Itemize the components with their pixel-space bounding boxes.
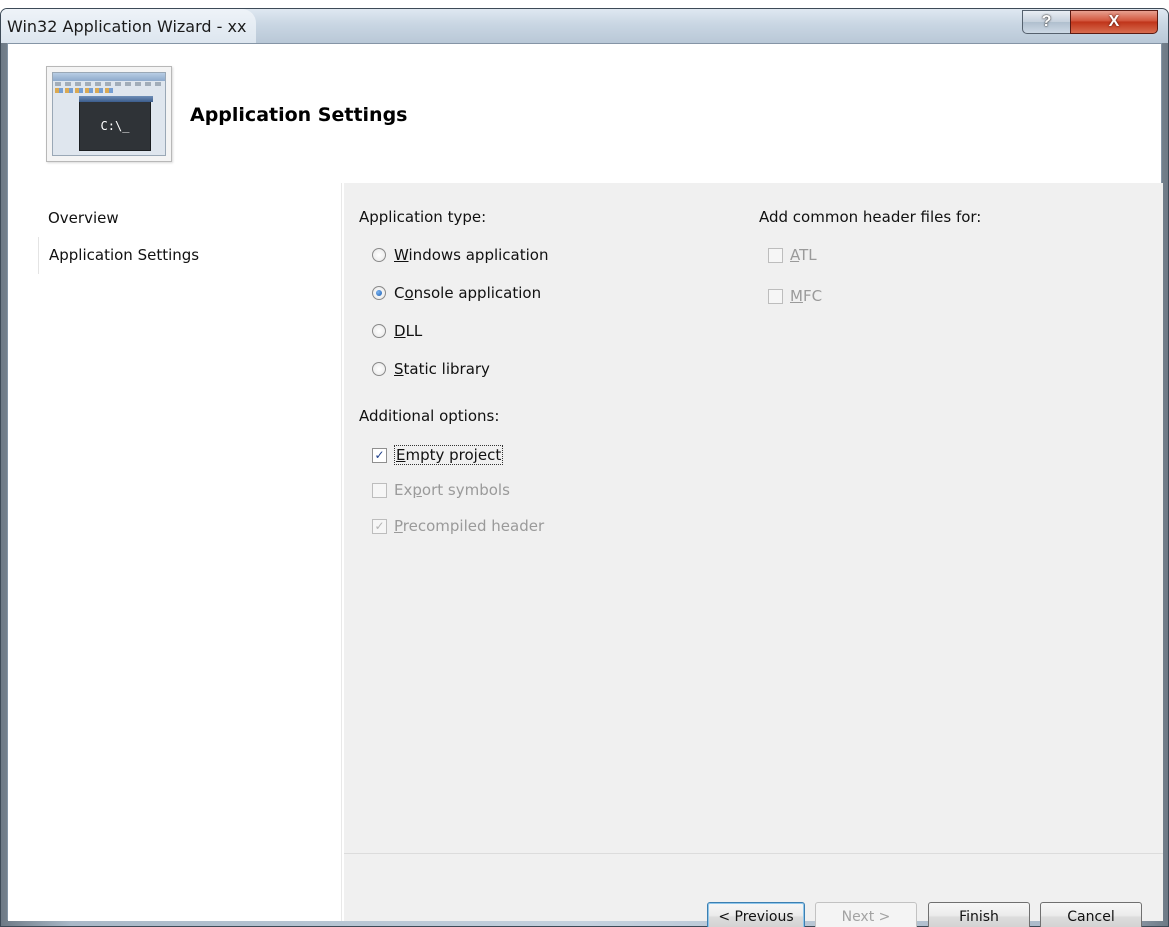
caption-buttons: ? X <box>1022 10 1158 34</box>
checkbox-label: Precompiled header <box>394 517 545 535</box>
button-row-divider <box>344 853 1163 854</box>
close-icon: X <box>1108 13 1120 30</box>
sidebar: Overview Application Settings <box>8 183 344 921</box>
common-headers-heading: Add common header files for: <box>759 208 982 226</box>
radio-label: Static library <box>394 360 490 378</box>
checkbox-label: Empty project <box>394 445 504 465</box>
radio-label: Windows application <box>394 246 549 264</box>
application-type-heading: Application type: <box>359 208 487 226</box>
help-icon: ? <box>1041 13 1052 30</box>
checkbox-mfc[interactable]: MFC <box>768 287 822 305</box>
client-area: C:\_ Application Settings Overview Appli… <box>7 43 1163 927</box>
checkbox-label: MFC <box>790 287 823 305</box>
radio-console-application[interactable]: Console application <box>372 284 541 302</box>
icon-menubar <box>55 82 163 86</box>
checkbox-precompiled-header[interactable]: ✓ Precompiled header <box>372 517 544 535</box>
finish-button[interactable]: Finish <box>928 902 1030 927</box>
radio-unselected-icon <box>372 324 386 338</box>
previous-button[interactable]: < Previous <box>707 902 805 927</box>
icon-toolbar <box>55 88 115 93</box>
settings-panel: Application type: Windows application Co… <box>344 183 1163 927</box>
icon-console-titlebar <box>79 96 153 102</box>
radio-static-library[interactable]: Static library <box>372 360 490 378</box>
checkbox-unchecked-icon <box>768 247 783 263</box>
radio-label: DLL <box>394 322 423 340</box>
help-button[interactable]: ? <box>1022 10 1070 34</box>
checkbox-checked-icon: ✓ <box>372 518 387 534</box>
next-button[interactable]: Next > <box>815 902 917 927</box>
radio-windows-application[interactable]: Windows application <box>372 246 548 264</box>
radio-dll[interactable]: DLL <box>372 322 422 340</box>
checkbox-label: Export symbols <box>394 481 510 499</box>
radio-selected-icon <box>372 286 386 300</box>
sidebar-divider <box>341 183 342 921</box>
checkbox-unchecked-icon <box>372 482 387 498</box>
wizard-window: Win32 Application Wizard - xx ? X C:\_ A… <box>0 8 1169 927</box>
console-app-icon: C:\_ <box>46 66 172 162</box>
radio-unselected-icon <box>372 362 386 376</box>
radio-unselected-icon <box>372 248 386 262</box>
checkbox-unchecked-icon <box>768 288 783 304</box>
title-bar[interactable]: Win32 Application Wizard - xx ? X <box>1 9 1168 43</box>
sidebar-item-application-settings[interactable]: Application Settings <box>38 237 220 274</box>
page-title: Application Settings <box>190 104 408 126</box>
title-tab: Win32 Application Wizard - xx <box>1 9 257 43</box>
icon-titlebar <box>53 73 165 81</box>
checkbox-export-symbols[interactable]: Export symbols <box>372 481 510 499</box>
checkbox-label: ATL <box>790 246 817 264</box>
window-title: Win32 Application Wizard - xx <box>7 16 247 36</box>
icon-prompt-text: C:\_ <box>100 119 130 133</box>
icon-window-preview: C:\_ <box>52 72 166 156</box>
checkbox-atl[interactable]: ATL <box>768 246 817 264</box>
wizard-header: C:\_ Application Settings <box>8 44 1161 183</box>
close-button[interactable]: X <box>1070 10 1158 34</box>
cancel-button[interactable]: Cancel <box>1040 902 1142 927</box>
sidebar-item-overview[interactable]: Overview <box>48 209 119 227</box>
checkbox-empty-project[interactable]: ✓ Empty project <box>372 445 504 465</box>
radio-label: Console application <box>394 284 542 302</box>
additional-options-heading: Additional options: <box>359 407 500 425</box>
icon-console: C:\_ <box>79 96 153 151</box>
checkbox-checked-icon: ✓ <box>372 447 387 463</box>
